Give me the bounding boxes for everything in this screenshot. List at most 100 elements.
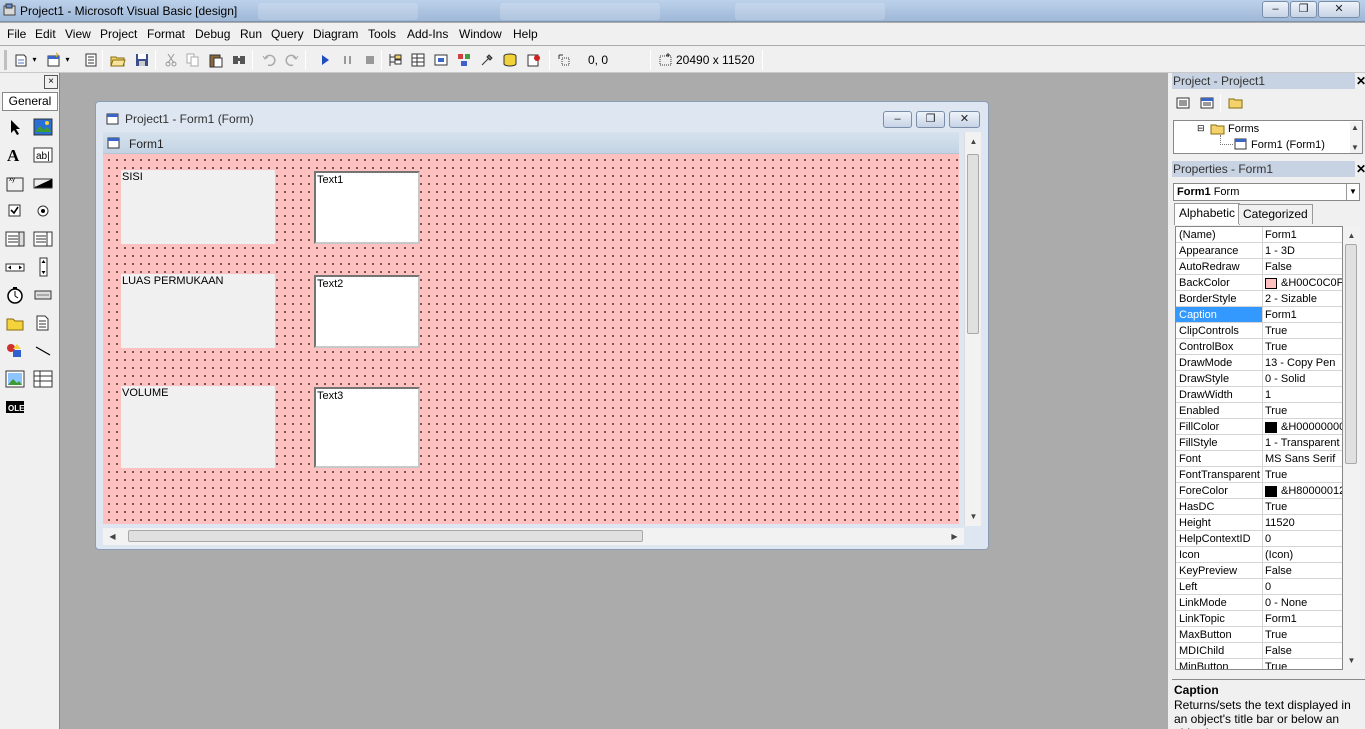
close-button[interactable]: ✕ <box>1318 1 1360 18</box>
copy-icon[interactable] <box>184 51 201 68</box>
property-value[interactable]: MS Sans Serif <box>1265 453 1342 465</box>
property-value[interactable]: Form1 <box>1265 309 1342 321</box>
filelistbox-tool-icon[interactable] <box>32 312 54 334</box>
image-tool-icon[interactable] <box>4 368 26 390</box>
object-browser-icon[interactable] <box>455 51 472 68</box>
menu-tools[interactable]: Tools <box>368 27 396 41</box>
property-row[interactable]: Height 11520 <box>1176 515 1342 531</box>
optionbutton-tool-icon[interactable] <box>32 200 54 222</box>
scroll-left-icon[interactable]: ◀ <box>105 529 120 544</box>
property-value[interactable]: False <box>1265 645 1342 657</box>
toolbox-icon[interactable] <box>478 51 495 68</box>
property-row[interactable]: Caption Form1 <box>1176 307 1342 323</box>
property-row[interactable]: DrawWidth 1 <box>1176 387 1342 403</box>
vertical-scroll-thumb[interactable] <box>967 154 979 334</box>
combobox-tool-icon[interactable] <box>4 228 26 250</box>
property-value[interactable]: False <box>1265 565 1342 577</box>
scroll-down-icon[interactable]: ▼ <box>1344 653 1359 668</box>
property-row[interactable]: DrawStyle 0 - Solid <box>1176 371 1342 387</box>
property-value[interactable]: Form1 <box>1265 229 1342 241</box>
menu-editor-icon[interactable] <box>82 51 99 68</box>
properties-window-icon[interactable] <box>409 51 426 68</box>
data-tool-icon[interactable] <box>32 368 54 390</box>
property-row[interactable]: FillStyle 1 - Transparent <box>1176 435 1342 451</box>
property-value[interactable]: Form1 <box>1265 613 1342 625</box>
scroll-right-icon[interactable]: ▶ <box>947 529 962 544</box>
add-form-dropdown-icon[interactable]: ▾ <box>63 51 72 68</box>
menu-project[interactable]: Project <box>100 27 137 41</box>
menu-help[interactable]: Help <box>513 27 538 41</box>
property-value[interactable]: &H00000000 <box>1265 421 1342 433</box>
visual-component-manager-icon[interactable] <box>525 51 542 68</box>
minimize-button[interactable]: ‒ <box>1262 1 1289 18</box>
property-row[interactable]: Font MS Sans Serif <box>1176 451 1342 467</box>
tab-categorized[interactable]: Categorized <box>1238 204 1313 224</box>
picturebox-tool-icon[interactable] <box>32 116 54 138</box>
listbox-tool-icon[interactable] <box>32 228 54 250</box>
break-icon[interactable] <box>339 51 356 68</box>
property-row[interactable]: LinkMode 0 - None <box>1176 595 1342 611</box>
tree-item-form1[interactable]: Form1 (Form1) <box>1251 139 1325 151</box>
toolbox-general-tab[interactable]: General <box>2 92 58 111</box>
redo-icon[interactable] <box>283 51 300 68</box>
property-row[interactable]: BorderStyle 2 - Sizable <box>1176 291 1342 307</box>
label-tool-icon[interactable]: A <box>4 144 26 166</box>
form-title-bar[interactable]: Form1 <box>103 132 959 154</box>
property-value[interactable]: 1 <box>1265 389 1342 401</box>
timer-tool-icon[interactable] <box>4 284 26 306</box>
label-volume[interactable]: VOLUME <box>121 386 275 468</box>
property-row[interactable]: HasDC True <box>1176 499 1342 515</box>
tree-item-forms[interactable]: Forms <box>1228 123 1259 135</box>
property-row[interactable]: MDIChild False <box>1176 643 1342 659</box>
property-row[interactable]: FontTransparent True <box>1176 467 1342 483</box>
scroll-down-icon[interactable]: ▼ <box>966 509 981 524</box>
horizontal-scroll-thumb[interactable] <box>128 530 643 542</box>
property-row[interactable]: ClipControls True <box>1176 323 1342 339</box>
menu-query[interactable]: Query <box>271 27 304 41</box>
designer-vertical-scrollbar[interactable]: ▲ ▼ <box>964 132 981 526</box>
property-value[interactable]: True <box>1265 629 1342 641</box>
paste-icon[interactable] <box>207 51 224 68</box>
textbox-text3[interactable]: Text3 <box>314 387 420 468</box>
view-code-icon[interactable] <box>1174 94 1191 111</box>
tree-collapse-icon[interactable]: ⊟ <box>1197 123 1205 134</box>
property-value[interactable]: 0 <box>1265 581 1342 593</box>
property-value[interactable]: False <box>1265 261 1342 273</box>
property-row[interactable]: FillColor &H00000000 <box>1176 419 1342 435</box>
form-canvas[interactable]: SISI LUAS PERMUKAAN VOLUME Text1 Text2 T… <box>103 154 959 524</box>
menu-diagram[interactable]: Diagram <box>313 27 358 41</box>
hscrollbar-tool-icon[interactable] <box>4 256 26 278</box>
cut-icon[interactable] <box>162 51 179 68</box>
data-view-icon[interactable] <box>501 51 518 68</box>
property-value[interactable]: &H00C0C0FF <box>1265 277 1342 289</box>
menu-view[interactable]: View <box>65 27 91 41</box>
properties-scrollbar[interactable]: ▲ ▼ <box>1343 226 1360 670</box>
property-value[interactable]: 1 - Transparent <box>1265 437 1342 449</box>
property-value[interactable]: True <box>1265 341 1342 353</box>
property-row[interactable]: Left 0 <box>1176 579 1342 595</box>
property-row[interactable]: Icon (Icon) <box>1176 547 1342 563</box>
scroll-up-icon[interactable]: ▲ <box>1344 228 1359 243</box>
shape-tool-icon[interactable] <box>4 340 26 362</box>
property-row[interactable]: (Name) Form1 <box>1176 227 1342 243</box>
menu-add-ins[interactable]: Add-Ins <box>407 27 448 41</box>
property-value[interactable]: 2 - Sizable <box>1265 293 1342 305</box>
property-row[interactable]: AutoRedraw False <box>1176 259 1342 275</box>
property-value[interactable]: True <box>1265 661 1342 669</box>
object-selector[interactable]: Form1 Form ▼ <box>1173 183 1360 201</box>
designer-restore-button[interactable]: ❐ <box>916 111 945 128</box>
menu-file[interactable]: File <box>7 27 26 41</box>
label-sisi[interactable]: SISI <box>121 170 275 244</box>
property-value[interactable]: True <box>1265 501 1342 513</box>
start-icon[interactable] <box>316 51 333 68</box>
line-tool-icon[interactable] <box>32 340 54 362</box>
property-value[interactable]: 0 <box>1265 533 1342 545</box>
textbox-text1[interactable]: Text1 <box>314 171 420 244</box>
designer-close-button[interactable]: ✕ <box>949 111 980 128</box>
pointer-tool-icon[interactable] <box>4 116 26 138</box>
save-project-icon[interactable] <box>133 51 150 68</box>
property-row[interactable]: ControlBox True <box>1176 339 1342 355</box>
add-form-icon[interactable] <box>45 51 62 68</box>
chevron-down-icon[interactable]: ▼ <box>1346 184 1359 200</box>
property-value[interactable]: True <box>1265 325 1342 337</box>
